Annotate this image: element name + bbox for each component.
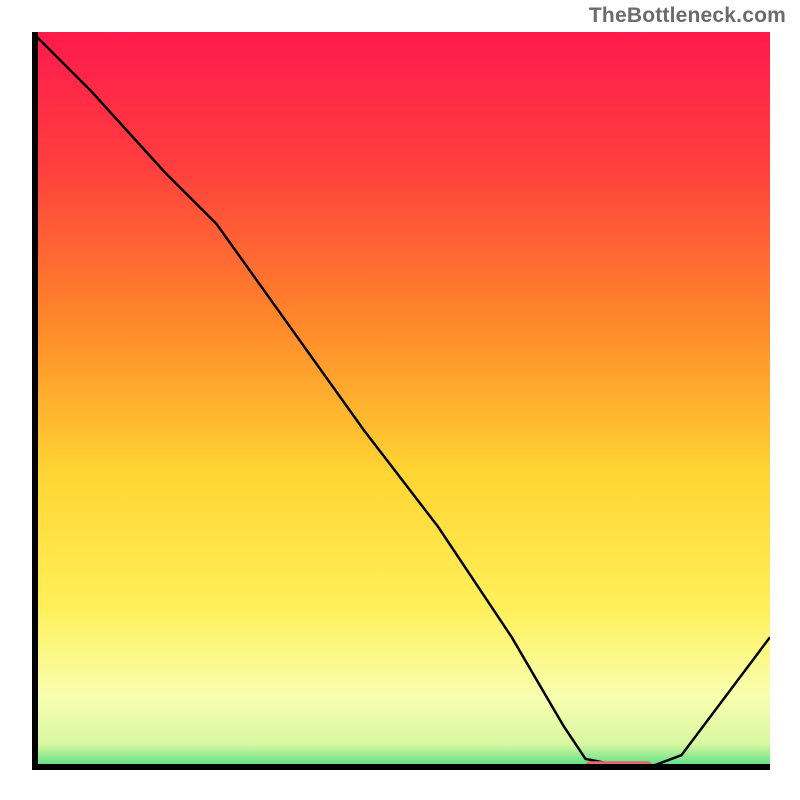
y-axis [32, 32, 38, 770]
x-axis [32, 764, 770, 770]
chart-container [32, 32, 770, 770]
watermark-label: TheBottleneck.com [589, 4, 786, 28]
plot-background [32, 32, 770, 770]
